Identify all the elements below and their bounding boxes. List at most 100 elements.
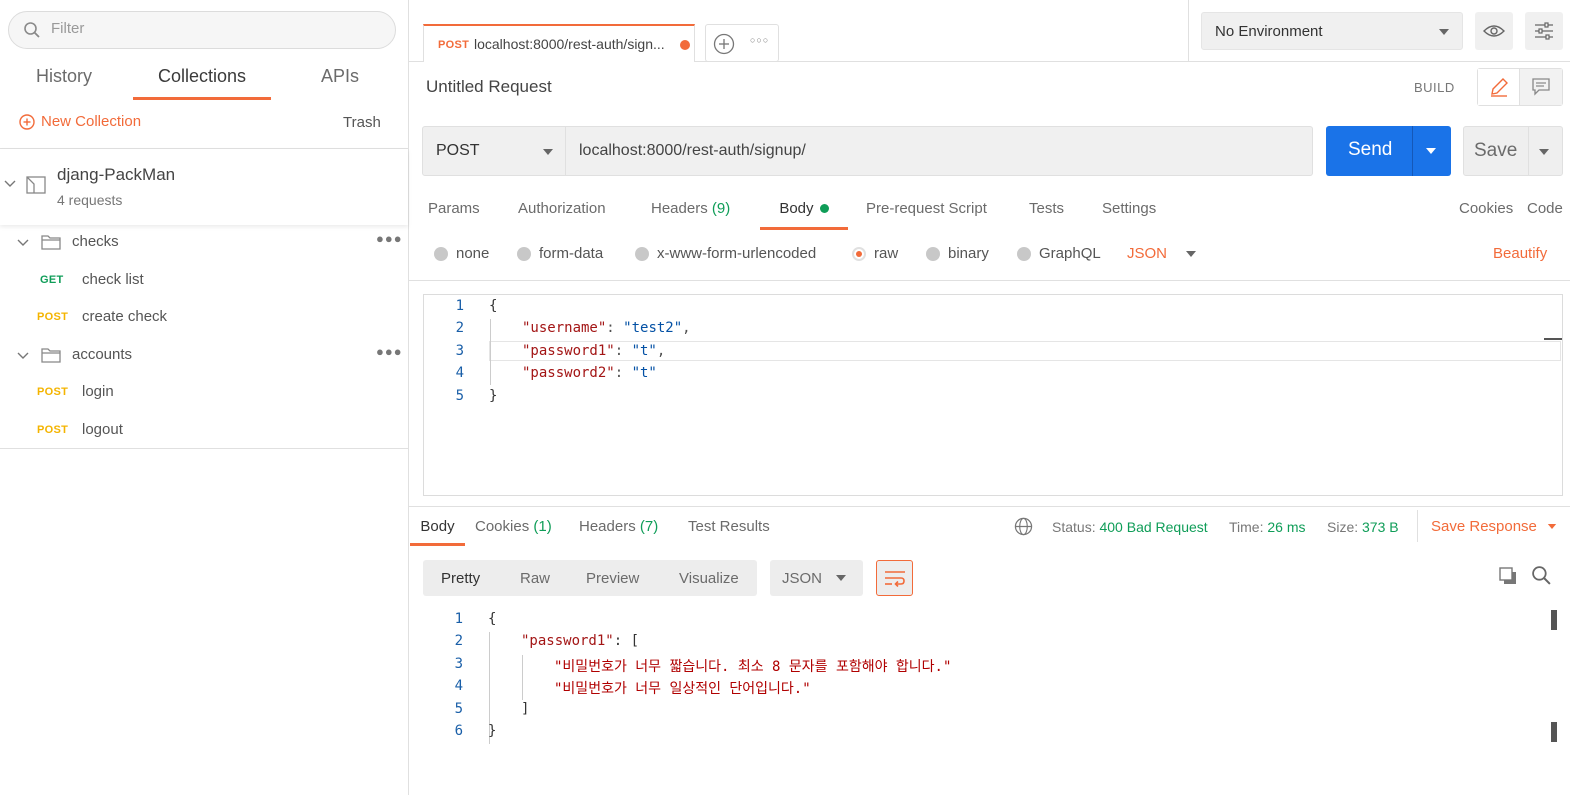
status-info: Status: 400 Bad Request xyxy=(1052,519,1208,535)
request-row[interactable]: POST login xyxy=(0,382,408,404)
edit-mode-button[interactable] xyxy=(1478,69,1520,105)
folder-row-accounts[interactable]: accounts ●●● xyxy=(0,344,408,368)
response-format-select[interactable]: JSON xyxy=(770,560,863,596)
body-type-raw[interactable]: raw xyxy=(852,245,898,262)
tab-body[interactable]: Body xyxy=(760,200,848,230)
cookies-link[interactable]: Cookies xyxy=(1459,200,1513,217)
save-button[interactable]: Save xyxy=(1463,126,1563,176)
size-label: Size: xyxy=(1327,519,1359,535)
status-value: 400 Bad Request xyxy=(1099,519,1208,535)
wrap-lines-button[interactable] xyxy=(876,560,913,596)
tab-params[interactable]: Params xyxy=(428,200,480,217)
response-tab-cookies[interactable]: Cookies (1) xyxy=(475,518,552,535)
tab-history[interactable]: History xyxy=(20,66,108,100)
scrollbar-thumb[interactable] xyxy=(1551,610,1557,630)
view-raw[interactable]: Raw xyxy=(520,570,550,587)
manage-environments-button[interactable] xyxy=(1525,12,1563,50)
radio-icon xyxy=(635,246,649,261)
folder-icon xyxy=(41,348,61,363)
time-label: Time: xyxy=(1229,519,1264,535)
tab-apis[interactable]: APIs xyxy=(305,66,375,100)
filter-input[interactable] xyxy=(51,20,381,37)
environment-select[interactable]: No Environment xyxy=(1201,12,1463,50)
folder-name: checks xyxy=(72,233,119,250)
collection-row[interactable]: djang-PackMan 4 requests xyxy=(0,149,408,225)
caret-down-icon[interactable] xyxy=(1425,147,1437,155)
body-type-form-data[interactable]: form-data xyxy=(517,245,603,262)
tab-collections[interactable]: Collections xyxy=(133,66,271,100)
more-icon[interactable]: ●●● xyxy=(376,231,403,246)
method-selected: POST xyxy=(436,142,480,159)
request-name: login xyxy=(82,383,114,400)
environment-selected: No Environment xyxy=(1215,23,1323,40)
chevron-down-icon[interactable] xyxy=(4,179,16,189)
tab-authorization[interactable]: Authorization xyxy=(518,200,606,217)
line-number: 4 xyxy=(454,678,463,694)
method-badge: POST xyxy=(37,311,69,323)
method-badge: GET xyxy=(40,274,64,286)
json-value: "t" xyxy=(631,343,657,359)
search-icon[interactable] xyxy=(1531,565,1552,586)
collection-name: djang-PackMan xyxy=(57,165,176,184)
view-pretty[interactable]: Pretty xyxy=(441,570,480,587)
caret-down-icon xyxy=(1439,29,1449,35)
body-indicator-dot xyxy=(819,204,829,213)
comments-button[interactable] xyxy=(1520,69,1562,105)
environment-quick-look-button[interactable] xyxy=(1475,12,1513,50)
new-collection-button[interactable]: New Collection xyxy=(19,113,141,130)
request-body-editor[interactable]: 1 2 3 4 5 { "username": "test2", "passwo… xyxy=(423,294,1563,496)
request-title[interactable]: Untitled Request xyxy=(426,77,552,97)
url-input[interactable]: localhost:8000/rest-auth/signup/ xyxy=(566,126,1313,176)
code-line: "비밀번호가 너무 일상적인 단어입니다." xyxy=(554,681,811,697)
tab-headers[interactable]: Headers (9) xyxy=(651,200,730,217)
caret-down-icon[interactable] xyxy=(1538,148,1550,156)
method-badge: POST xyxy=(37,424,69,436)
response-tab-label: Cookies xyxy=(475,518,530,535)
json-key: "password1" xyxy=(522,343,615,359)
chevron-down-icon[interactable] xyxy=(17,351,29,361)
send-button[interactable]: Send xyxy=(1326,126,1451,176)
code-line: ] xyxy=(521,701,530,717)
save-response-button[interactable]: Save Response xyxy=(1431,518,1557,535)
body-type-binary[interactable]: binary xyxy=(926,245,989,262)
response-tab-count: (7) xyxy=(639,518,659,535)
response-body-viewer[interactable]: 1 2 3 4 5 6 { "password1": [ "비밀번호가 너무 짧… xyxy=(423,608,1563,795)
tab-settings[interactable]: Settings xyxy=(1102,200,1156,217)
chevron-down-icon[interactable] xyxy=(17,238,29,248)
new-tab-icon[interactable] xyxy=(713,33,735,55)
response-tab-body[interactable]: Body xyxy=(410,518,465,546)
body-format-select[interactable]: JSON xyxy=(1127,245,1197,262)
globe-icon[interactable] xyxy=(1014,517,1033,536)
request-row[interactable]: POST create check xyxy=(0,307,408,329)
more-icon[interactable]: ●●● xyxy=(376,344,403,359)
trash-button[interactable]: Trash xyxy=(343,114,381,131)
radio-selected-icon xyxy=(852,246,866,261)
tab-tests[interactable]: Tests xyxy=(1029,200,1064,217)
divider xyxy=(409,506,1570,507)
tab-prerequest-script[interactable]: Pre-request Script xyxy=(866,200,987,217)
folder-row-checks[interactable]: checks ●●● xyxy=(0,231,408,255)
line-number: 2 xyxy=(454,633,463,649)
beautify-link[interactable]: Beautify xyxy=(1493,245,1547,262)
response-tab-test-results[interactable]: Test Results xyxy=(688,518,770,535)
filter-box[interactable] xyxy=(8,11,396,49)
scrollbar-thumb[interactable] xyxy=(1551,722,1557,742)
sliders-icon xyxy=(1535,22,1553,40)
body-type-graphql[interactable]: GraphQL xyxy=(1017,245,1101,262)
body-type-none[interactable]: none xyxy=(434,245,489,262)
body-type-urlencoded[interactable]: x-www-form-urlencoded xyxy=(635,245,816,262)
request-row[interactable]: POST logout xyxy=(0,420,408,442)
response-tab-headers[interactable]: Headers (7) xyxy=(579,518,658,535)
pencil-icon xyxy=(1491,78,1508,97)
method-select[interactable]: POST xyxy=(422,126,566,176)
caret-down-icon xyxy=(1186,250,1197,257)
more-tabs-icon[interactable]: ○○○ xyxy=(750,35,769,45)
request-row[interactable]: GET check list xyxy=(0,270,408,292)
caret-down-icon xyxy=(836,575,846,581)
code-link[interactable]: Code xyxy=(1527,200,1563,217)
request-tab[interactable]: POST localhost:8000/rest-auth/sign... xyxy=(423,24,695,62)
plus-circle-icon xyxy=(19,113,35,130)
view-preview[interactable]: Preview xyxy=(586,570,639,587)
view-visualize[interactable]: Visualize xyxy=(679,570,739,587)
copy-icon[interactable] xyxy=(1498,566,1518,586)
